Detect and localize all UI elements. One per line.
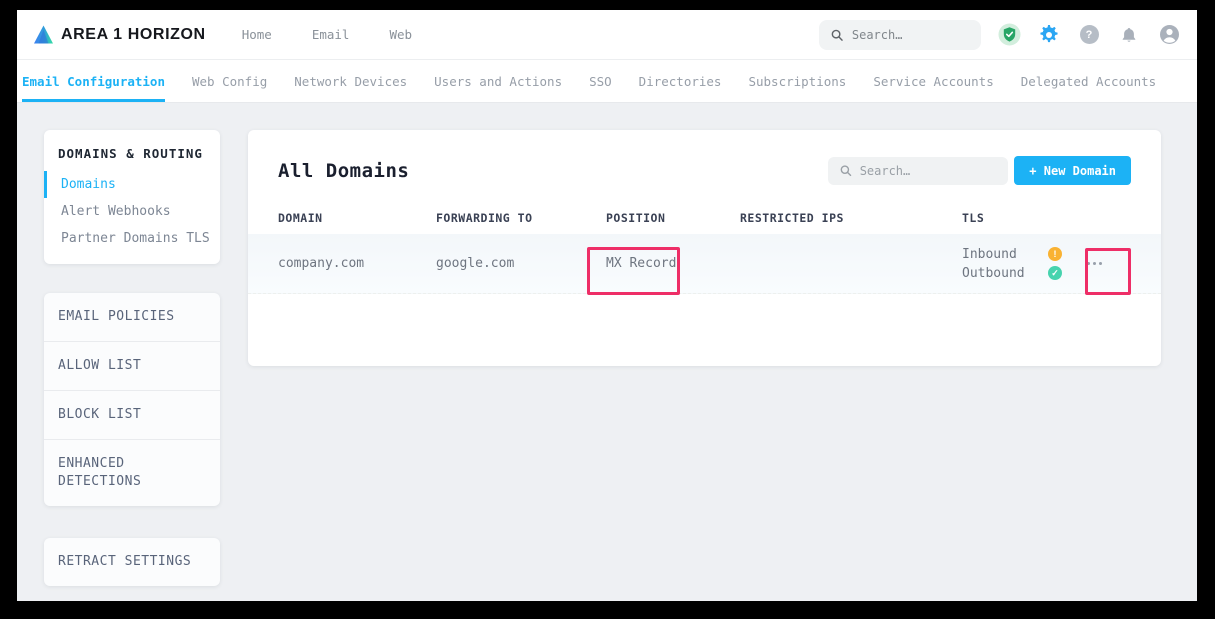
settings-button[interactable] [1037, 23, 1061, 47]
notifications-button[interactable] [1117, 23, 1141, 47]
check-status-icon: ✓ [1048, 266, 1062, 280]
gear-icon [1039, 25, 1059, 45]
sidebar-section-title: DOMAINS & ROUTING [44, 130, 220, 171]
cell-position: MX Record [606, 256, 740, 271]
tls-outbound-label: Outbound [962, 266, 1025, 281]
content-area: DOMAINS & ROUTING Domains Alert Webhooks… [17, 103, 1197, 586]
sidebar-item-alert-webhooks[interactable]: Alert Webhooks [44, 198, 220, 225]
cell-domain: company.com [278, 256, 436, 271]
warning-status-icon: ! [1048, 247, 1062, 261]
table-row[interactable]: company.com google.com MX Record Inbound… [248, 234, 1161, 294]
search-icon [840, 164, 851, 177]
page-title: All Domains [278, 160, 409, 182]
column-header-restricted-ips: RESTRICTED IPS [740, 211, 962, 225]
top-nav-home[interactable]: Home [242, 27, 272, 42]
top-nav: Home Email Web [242, 27, 412, 42]
tls-inbound: Inbound ! [962, 247, 1062, 262]
tab-users-and-actions[interactable]: Users and Actions [434, 60, 562, 102]
tls-outbound: Outbound ✓ [962, 266, 1062, 281]
logo[interactable]: AREA 1 HORIZON [33, 24, 206, 45]
sidebar-item-domains[interactable]: Domains [44, 171, 220, 198]
column-header-position: POSITION [606, 211, 740, 225]
tab-web-config[interactable]: Web Config [192, 60, 267, 102]
new-domain-button[interactable]: + New Domain [1014, 156, 1131, 185]
security-status-button[interactable] [997, 23, 1021, 47]
top-bar-right: ? [819, 20, 1181, 50]
sidebar-item-retract-settings[interactable]: RETRACT SETTINGS [44, 538, 220, 586]
top-nav-web[interactable]: Web [389, 27, 412, 42]
global-search[interactable] [819, 20, 981, 50]
tab-directories[interactable]: Directories [639, 60, 722, 102]
all-domains-panel: All Domains + New Domain DOMAIN FORWARDI… [248, 130, 1161, 366]
cell-tls: Inbound ! Outbound ✓ [962, 247, 1062, 281]
question-mark-icon: ? [1080, 25, 1099, 44]
domains-search[interactable] [828, 157, 1008, 185]
top-bar: AREA 1 HORIZON Home Email Web [17, 10, 1197, 60]
retract-settings-card: RETRACT SETTINGS [44, 538, 220, 586]
sidebar-item-block-list[interactable]: BLOCK LIST [44, 390, 220, 439]
app-window: AREA 1 HORIZON Home Email Web [17, 10, 1197, 601]
tab-network-devices[interactable]: Network Devices [294, 60, 407, 102]
table-header-row: DOMAIN FORWARDING TO POSITION RESTRICTED… [248, 211, 1161, 225]
tab-email-configuration[interactable]: Email Configuration [22, 60, 165, 102]
tls-inbound-label: Inbound [962, 247, 1017, 262]
bell-icon [1120, 26, 1138, 44]
domains-routing-card: DOMAINS & ROUTING Domains Alert Webhooks… [44, 130, 220, 264]
column-header-domain: DOMAIN [278, 211, 436, 225]
config-tabs: Email Configuration Web Config Network D… [17, 60, 1197, 103]
row-actions [1081, 256, 1131, 271]
sidebar-item-partner-domains-tls[interactable]: Partner Domains TLS [44, 225, 220, 252]
tab-sso[interactable]: SSO [589, 60, 612, 102]
sidebar-item-allow-list[interactable]: ALLOW LIST [44, 341, 220, 390]
user-avatar-icon [1159, 24, 1180, 45]
search-icon [831, 28, 843, 42]
logo-text: AREA 1 HORIZON [61, 26, 206, 44]
panel-header: All Domains + New Domain [248, 130, 1161, 185]
domains-search-input[interactable] [860, 164, 997, 178]
help-button[interactable]: ? [1077, 23, 1101, 47]
more-options-button[interactable] [1081, 256, 1108, 271]
ellipsis-icon [1087, 262, 1090, 265]
policies-card: EMAIL POLICIES ALLOW LIST BLOCK LIST ENH… [44, 293, 220, 506]
column-header-forwarding-to: FORWARDING TO [436, 211, 606, 225]
top-nav-email[interactable]: Email [312, 27, 350, 42]
column-header-tls: TLS [962, 211, 1062, 225]
cell-forwarding-to: google.com [436, 256, 606, 271]
shield-check-icon [998, 23, 1021, 46]
sidebar: DOMAINS & ROUTING Domains Alert Webhooks… [44, 130, 220, 586]
tab-subscriptions[interactable]: Subscriptions [748, 60, 846, 102]
sidebar-item-email-policies[interactable]: EMAIL POLICIES [44, 293, 220, 341]
global-search-input[interactable] [852, 28, 969, 42]
account-button[interactable] [1157, 23, 1181, 47]
tab-service-accounts[interactable]: Service Accounts [873, 60, 993, 102]
area1-triangle-logo-icon [33, 24, 54, 45]
sidebar-item-enhanced-detections[interactable]: ENHANCED DETECTIONS [44, 439, 220, 506]
tab-delegated-accounts[interactable]: Delegated Accounts [1021, 60, 1156, 102]
